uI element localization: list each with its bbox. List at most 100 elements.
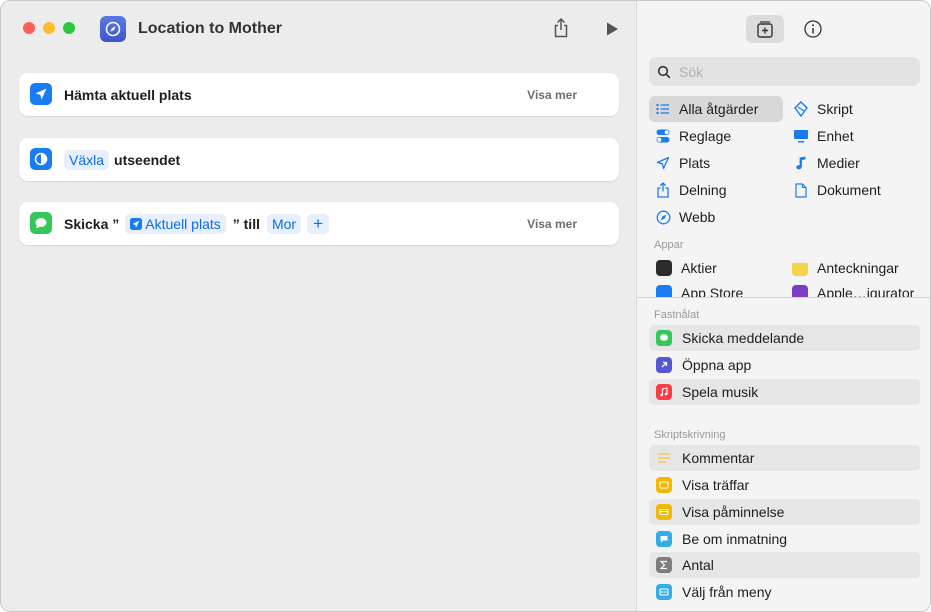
category-scripting[interactable]: Skript xyxy=(787,96,853,122)
document-icon xyxy=(793,182,809,198)
scripting-section-label: Skriptskrivning xyxy=(654,429,726,441)
comment-lines-icon xyxy=(656,450,672,466)
category-label: Reglage xyxy=(679,128,732,144)
category-web[interactable]: Webb xyxy=(649,204,715,230)
app-apple-configurator[interactable]: Apple…igurator xyxy=(792,285,914,297)
apps-section-label: Appar xyxy=(654,239,684,251)
item-label: Visa påminnelse xyxy=(682,504,785,520)
search-icon xyxy=(657,65,671,78)
action-label-text: utseendet xyxy=(114,151,181,168)
window-controls xyxy=(23,22,75,34)
location-variable-token[interactable]: Aktuell plats xyxy=(125,213,226,234)
action-toggle-appearance[interactable]: Växla utseendet xyxy=(19,138,619,181)
pinned-section-label: Fastnålat xyxy=(654,309,700,321)
action-label: Skicka ” Aktuell plats ” till Mor + xyxy=(64,202,332,245)
script-comment[interactable]: Kommentar xyxy=(649,445,920,471)
message-bubble-icon xyxy=(30,212,52,234)
app-label: Aktier xyxy=(681,260,717,276)
sigma-icon xyxy=(656,557,672,573)
app-label: App Store xyxy=(681,285,744,297)
appearance-icon xyxy=(30,148,52,170)
category-label: Enhet xyxy=(817,128,854,144)
script-show-alert[interactable]: Visa påminnelse xyxy=(649,499,920,525)
token-label: Aktuell plats xyxy=(145,215,221,232)
category-label: Delning xyxy=(679,182,727,198)
action-send-message[interactable]: Skicka ” Aktuell plats ” till Mor + Visa… xyxy=(19,202,619,245)
pinned-send-message[interactable]: Skicka meddelande xyxy=(649,325,920,351)
item-label: Be om inmatning xyxy=(682,531,788,547)
category-label: Plats xyxy=(679,155,711,171)
apple-configurator-icon xyxy=(792,285,808,297)
action-library-tab[interactable] xyxy=(746,15,784,43)
close-button[interactable] xyxy=(23,22,35,34)
category-documents[interactable]: Dokument xyxy=(787,177,881,203)
script-ask-for-input[interactable]: Be om inmatning xyxy=(649,526,920,552)
action-library-sidebar: Alla åtgärder Skript Reglage Enhet Plats xyxy=(636,1,930,611)
category-label: Webb xyxy=(679,209,716,225)
list-icon xyxy=(655,101,671,117)
script-count[interactable]: Antal xyxy=(649,552,920,578)
location-arrow-icon xyxy=(130,217,143,230)
app-stocks[interactable]: Aktier xyxy=(656,257,717,279)
category-label: Skript xyxy=(817,101,853,117)
category-label: Dokument xyxy=(817,182,881,198)
search-input[interactable] xyxy=(679,63,899,80)
recipient-token[interactable]: Mor xyxy=(266,213,302,234)
info-icon xyxy=(804,20,822,38)
pinned-play-music[interactable]: Spela musik xyxy=(649,379,920,405)
category-label: Alla åtgärder xyxy=(679,101,759,117)
info-tab[interactable] xyxy=(794,15,832,43)
app-store-icon xyxy=(656,285,672,297)
show-result-icon xyxy=(656,477,672,493)
message-bubble-icon xyxy=(656,330,672,346)
item-label: Spela musik xyxy=(682,384,759,400)
suggestions-panel: Fastnålat Skicka meddelande Öppna app Sp… xyxy=(637,298,930,611)
script-show-result[interactable]: Visa träffar xyxy=(649,472,920,498)
ask-input-icon xyxy=(656,531,672,547)
action-label: Hämta aktuell plats xyxy=(64,86,192,103)
send-middle: ” till xyxy=(232,215,260,232)
category-device[interactable]: Enhet xyxy=(787,123,854,149)
shortcut-title[interactable]: Location to Mother xyxy=(138,20,282,38)
compass-icon[interactable] xyxy=(100,16,126,42)
show-more-button[interactable]: Visa mer xyxy=(527,202,577,245)
alert-icon xyxy=(656,504,672,520)
action-get-location[interactable]: Hämta aktuell plats Visa mer xyxy=(19,73,619,116)
stocks-icon xyxy=(656,260,672,276)
pinned-open-app[interactable]: Öppna app xyxy=(649,352,920,378)
toggle-token[interactable]: Växla xyxy=(64,149,110,170)
script-choose-from-menu[interactable]: Välj från meny xyxy=(649,579,920,605)
sidebar-tabs xyxy=(746,15,832,43)
item-label: Välj från meny xyxy=(682,584,772,600)
show-more-button[interactable]: Visa mer xyxy=(527,73,577,116)
app-app-store[interactable]: App Store xyxy=(656,285,743,297)
menu-icon xyxy=(656,584,672,600)
send-prefix: Skicka ” xyxy=(64,215,120,232)
play-icon[interactable] xyxy=(605,21,619,42)
category-media[interactable]: Medier xyxy=(787,150,860,176)
item-label: Antal xyxy=(682,557,714,573)
action-label: Växla utseendet xyxy=(64,138,180,181)
item-label: Kommentar xyxy=(682,450,755,466)
app-label: Apple…igurator xyxy=(817,285,915,297)
minimize-button[interactable] xyxy=(43,22,55,34)
open-app-icon xyxy=(656,357,672,373)
app-notes[interactable]: Anteckningar xyxy=(792,257,899,279)
category-sharing[interactable]: Delning xyxy=(649,177,726,203)
category-label: Medier xyxy=(817,155,860,171)
display-icon xyxy=(793,128,809,144)
category-all-actions[interactable]: Alla åtgärder xyxy=(649,96,783,122)
category-location[interactable]: Plats xyxy=(649,150,710,176)
shortcut-editor: Location to Mother Hämta aktuell plats V… xyxy=(1,1,636,611)
compass-icon xyxy=(655,209,671,225)
share-icon[interactable] xyxy=(552,17,570,39)
search-field[interactable] xyxy=(649,57,920,86)
script-icon xyxy=(793,101,809,117)
zoom-button[interactable] xyxy=(63,22,75,34)
add-recipient-button[interactable]: + xyxy=(307,213,330,234)
item-label: Visa träffar xyxy=(682,477,750,493)
category-controls[interactable]: Reglage xyxy=(649,123,731,149)
item-label: Skicka meddelande xyxy=(682,330,805,346)
notes-icon xyxy=(792,260,808,276)
location-arrow-icon xyxy=(30,83,52,105)
